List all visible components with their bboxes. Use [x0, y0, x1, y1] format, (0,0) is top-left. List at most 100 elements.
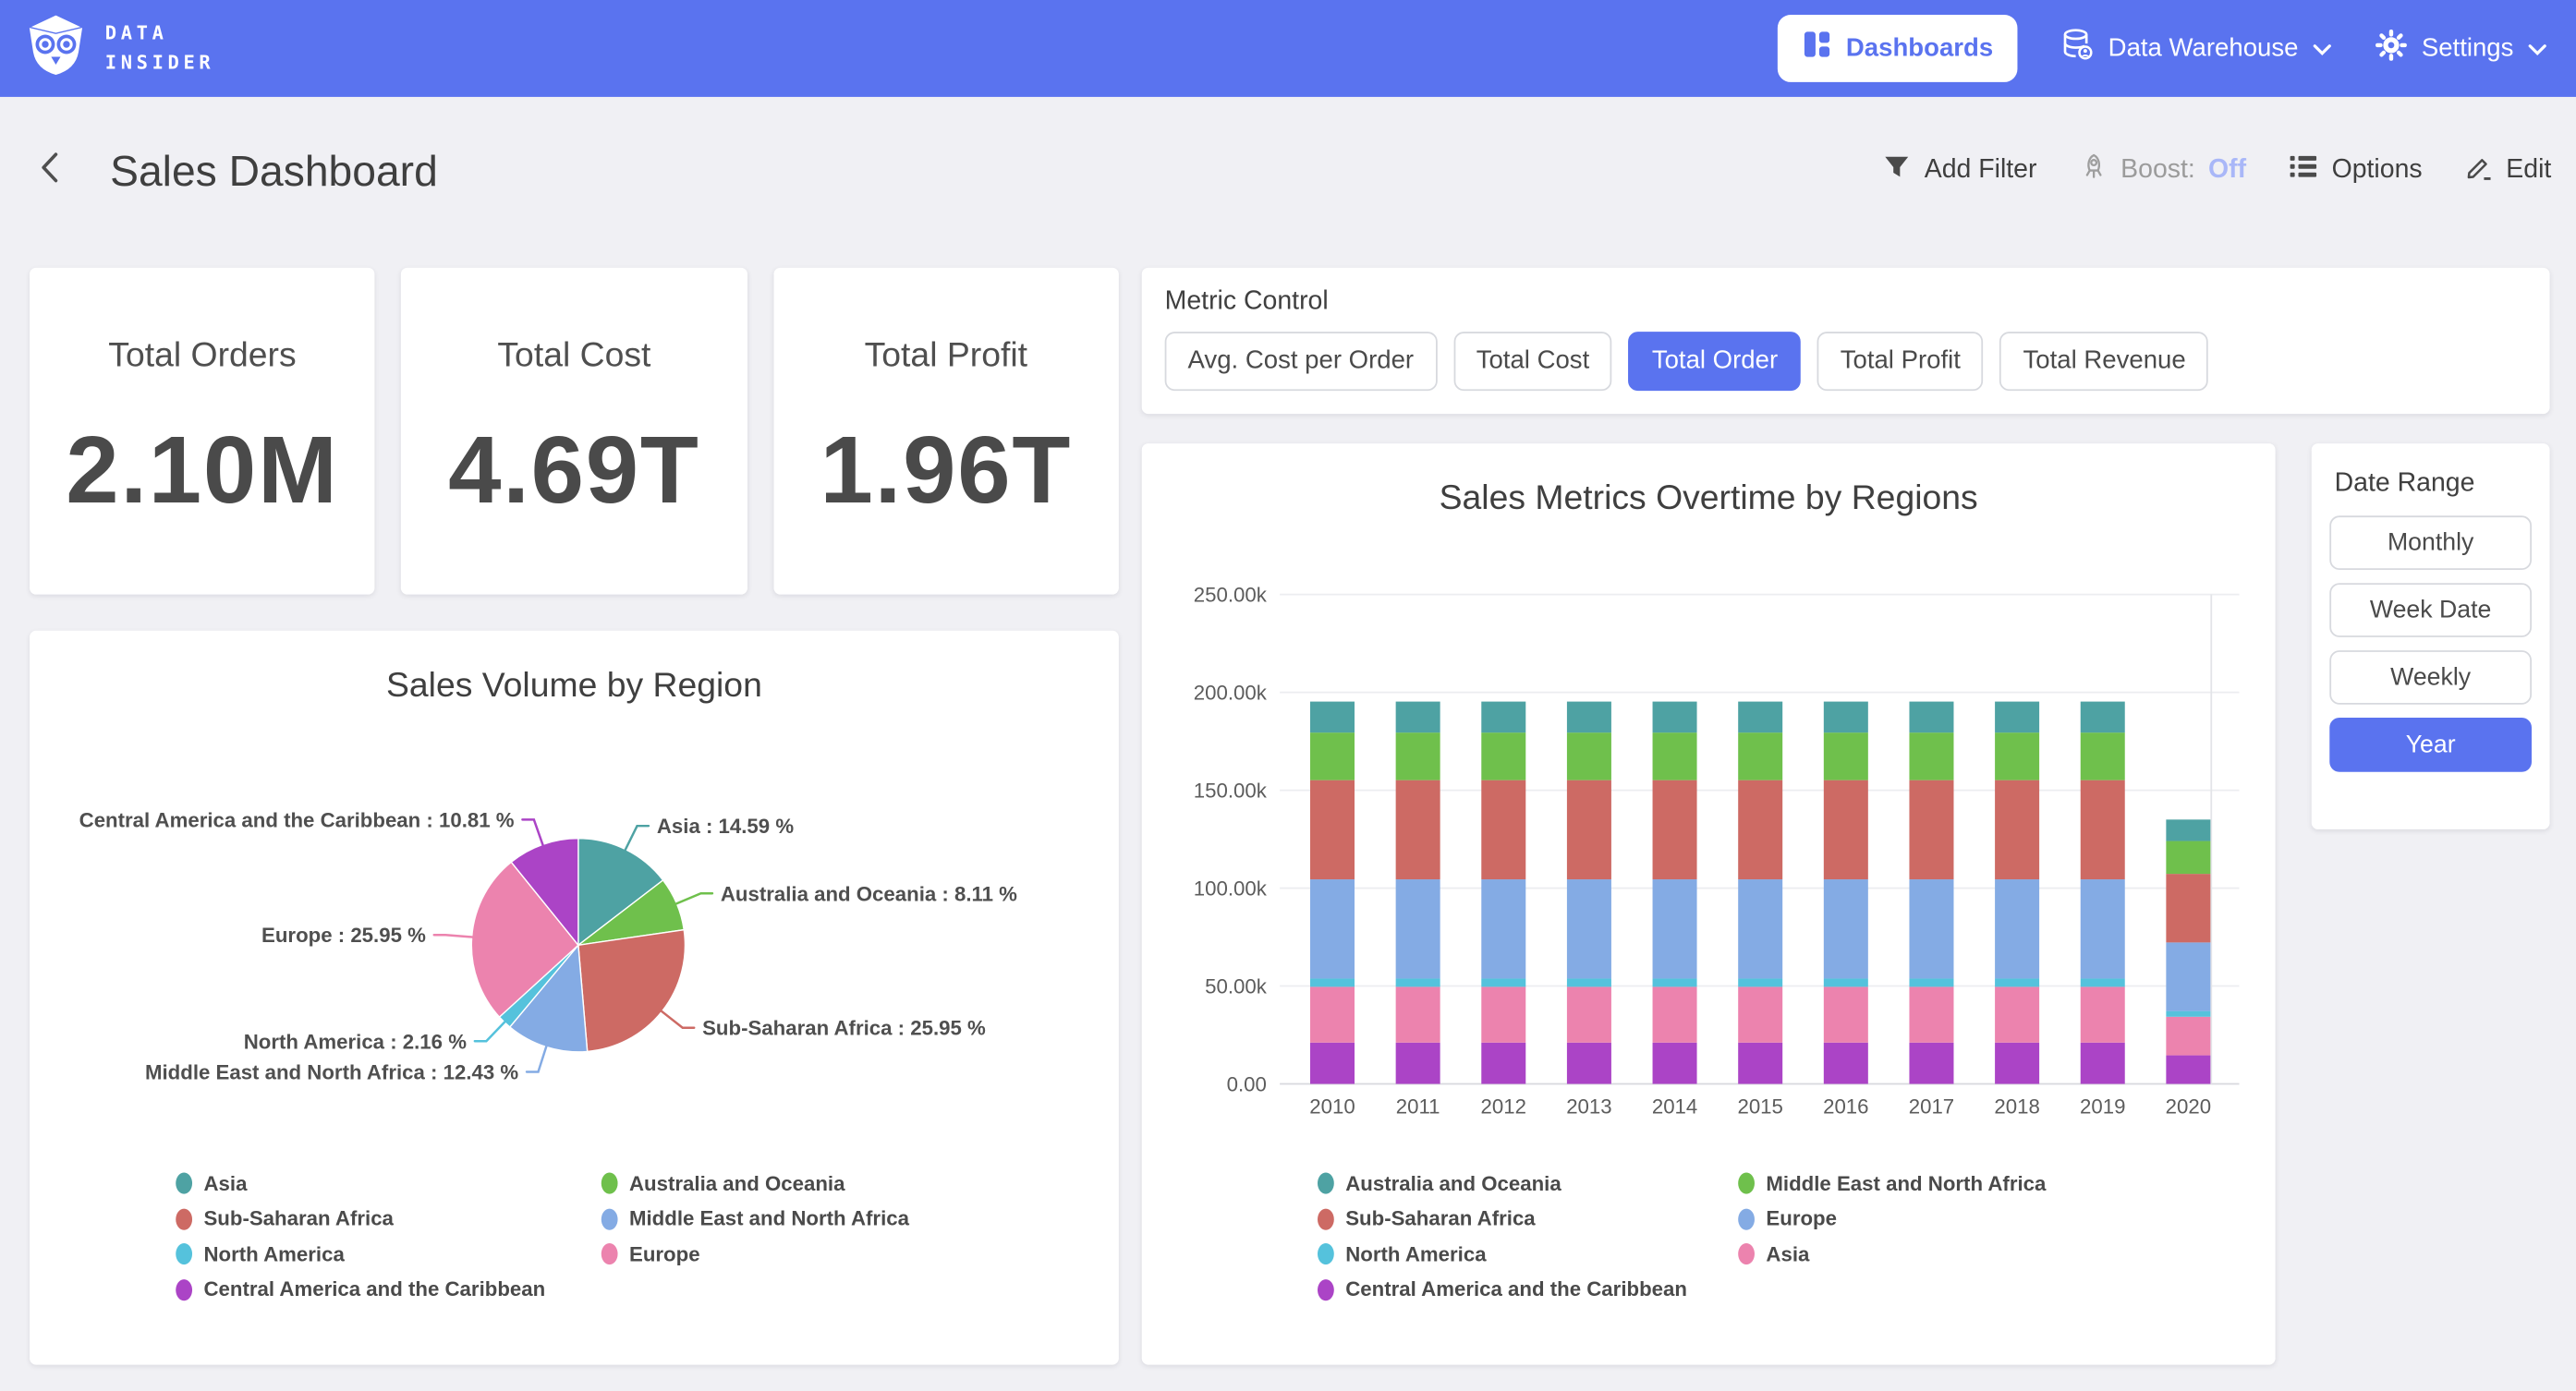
bar-segment-sub-saharan-africa-2011[interactable] — [1396, 780, 1440, 879]
bar-segment-north-america-2018[interactable] — [1995, 978, 2039, 986]
bar-segment-central-america-and-the-caribbean-2019[interactable] — [2081, 1043, 2125, 1084]
bar-segment-north-america-2014[interactable] — [1653, 978, 1697, 986]
bar-segment-australia-and-oceania-2011[interactable] — [1396, 702, 1440, 733]
bar-segment-sub-saharan-africa-2013[interactable] — [1567, 780, 1611, 879]
bar-segment-sub-saharan-africa-2020[interactable] — [2166, 874, 2210, 942]
bar-segment-asia-2018[interactable] — [1995, 986, 2039, 1042]
bar-segment-europe-2018[interactable] — [1995, 879, 2039, 978]
legend-item-north-america[interactable]: North America — [176, 1237, 545, 1272]
bar-segment-central-america-and-the-caribbean-2010[interactable] — [1310, 1043, 1355, 1084]
bar-segment-middle-east-and-north-africa-2018[interactable] — [1995, 732, 2039, 780]
bar-segment-sub-saharan-africa-2012[interactable] — [1481, 780, 1525, 879]
bar-segment-middle-east-and-north-africa-2013[interactable] — [1567, 732, 1611, 780]
bar-segment-middle-east-and-north-africa-2020[interactable] — [2166, 841, 2210, 875]
bar-segment-central-america-and-the-caribbean-2013[interactable] — [1567, 1043, 1611, 1084]
bar-segment-central-america-and-the-caribbean-2014[interactable] — [1653, 1043, 1697, 1084]
bar-segment-asia-2015[interactable] — [1738, 986, 1782, 1042]
date-range-option-year[interactable]: Year — [2329, 718, 2532, 772]
bar-segment-europe-2017[interactable] — [1909, 879, 1953, 978]
metric-option-total-profit[interactable]: Total Profit — [1817, 332, 1984, 391]
nav-item-dashboards[interactable]: Dashboards — [1777, 15, 2018, 82]
bar-segment-central-america-and-the-caribbean-2016[interactable] — [1824, 1043, 1868, 1084]
bar-segment-australia-and-oceania-2010[interactable] — [1310, 702, 1355, 733]
nav-item-settings[interactable]: Settings — [2376, 29, 2546, 68]
bar-segment-middle-east-and-north-africa-2012[interactable] — [1481, 732, 1525, 780]
metric-option-avg-cost-per-order[interactable]: Avg. Cost per Order — [1165, 332, 1437, 391]
bar-segment-europe-2011[interactable] — [1396, 879, 1440, 978]
bar-chart[interactable]: 0.0050.00k100.00k150.00k200.00k250.00k20… — [1142, 443, 2276, 1364]
bar-segment-asia-2013[interactable] — [1567, 986, 1611, 1042]
bar-segment-central-america-and-the-caribbean-2018[interactable] — [1995, 1043, 2039, 1084]
bar-segment-central-america-and-the-caribbean-2015[interactable] — [1738, 1043, 1782, 1084]
legend-item-central-america-and-the-caribbean[interactable]: Central America and the Caribbean — [176, 1272, 545, 1307]
bar-segment-australia-and-oceania-2013[interactable] — [1567, 702, 1611, 733]
bar-segment-asia-2010[interactable] — [1310, 986, 1355, 1042]
nav-item-data-warehouse[interactable]: Data Warehouse — [2062, 28, 2331, 68]
bar-segment-middle-east-and-north-africa-2010[interactable] — [1310, 732, 1355, 780]
bar-segment-sub-saharan-africa-2018[interactable] — [1995, 780, 2039, 879]
legend-item-middle-east-and-north-africa[interactable]: Middle East and North Africa — [1738, 1166, 2046, 1201]
bar-segment-north-america-2012[interactable] — [1481, 978, 1525, 986]
bar-segment-sub-saharan-africa-2010[interactable] — [1310, 780, 1355, 879]
bar-segment-europe-2013[interactable] — [1567, 879, 1611, 978]
bar-segment-sub-saharan-africa-2014[interactable] — [1653, 780, 1697, 879]
bar-segment-sub-saharan-africa-2015[interactable] — [1738, 780, 1782, 879]
bar-segment-asia-2020[interactable] — [2166, 1017, 2210, 1056]
bar-segment-europe-2014[interactable] — [1653, 879, 1697, 978]
bar-segment-australia-and-oceania-2015[interactable] — [1738, 702, 1782, 733]
bar-segment-north-america-2011[interactable] — [1396, 978, 1440, 986]
legend-item-north-america[interactable]: North America — [1318, 1237, 1687, 1272]
bar-segment-europe-2020[interactable] — [2166, 942, 2210, 1010]
edit-button[interactable]: Edit — [2465, 152, 2551, 188]
legend-item-asia[interactable]: Asia — [176, 1166, 545, 1201]
bar-segment-central-america-and-the-caribbean-2011[interactable] — [1396, 1043, 1440, 1084]
date-range-option-monthly[interactable]: Monthly — [2329, 515, 2532, 570]
bar-segment-asia-2014[interactable] — [1653, 986, 1697, 1042]
options-button[interactable]: Options — [2289, 154, 2422, 187]
bar-segment-europe-2012[interactable] — [1481, 879, 1525, 978]
bar-segment-middle-east-and-north-africa-2016[interactable] — [1824, 732, 1868, 780]
bar-segment-australia-and-oceania-2014[interactable] — [1653, 702, 1697, 733]
bar-segment-australia-and-oceania-2018[interactable] — [1995, 702, 2039, 733]
bar-segment-europe-2016[interactable] — [1824, 879, 1868, 978]
bar-segment-europe-2015[interactable] — [1738, 879, 1782, 978]
bar-segment-north-america-2019[interactable] — [2081, 978, 2125, 986]
bar-segment-sub-saharan-africa-2016[interactable] — [1824, 780, 1868, 879]
bar-segment-north-america-2016[interactable] — [1824, 978, 1868, 986]
add-filter-button[interactable]: Add Filter — [1883, 153, 2036, 187]
back-button[interactable] — [40, 151, 61, 191]
bar-segment-middle-east-and-north-africa-2011[interactable] — [1396, 732, 1440, 780]
legend-item-australia-and-oceania[interactable]: Australia and Oceania — [601, 1166, 909, 1201]
bar-segment-central-america-and-the-caribbean-2012[interactable] — [1481, 1043, 1525, 1084]
pie-slice-sub-saharan-africa[interactable] — [578, 930, 686, 1052]
bar-segment-australia-and-oceania-2020[interactable] — [2166, 819, 2210, 841]
bar-segment-australia-and-oceania-2017[interactable] — [1909, 702, 1953, 733]
date-range-option-weekly[interactable]: Weekly — [2329, 650, 2532, 705]
bar-segment-sub-saharan-africa-2019[interactable] — [2081, 780, 2125, 879]
legend-item-middle-east-and-north-africa[interactable]: Middle East and North Africa — [601, 1202, 909, 1237]
bar-segment-north-america-2015[interactable] — [1738, 978, 1782, 986]
bar-segment-australia-and-oceania-2016[interactable] — [1824, 702, 1868, 733]
bar-segment-asia-2011[interactable] — [1396, 986, 1440, 1042]
legend-item-europe[interactable]: Europe — [1738, 1202, 2046, 1237]
metric-option-total-cost[interactable]: Total Cost — [1453, 332, 1612, 391]
legend-item-asia[interactable]: Asia — [1738, 1237, 2046, 1272]
bar-segment-north-america-2020[interactable] — [2166, 1011, 2210, 1017]
bar-segment-north-america-2017[interactable] — [1909, 978, 1953, 986]
bar-segment-middle-east-and-north-africa-2017[interactable] — [1909, 732, 1953, 780]
date-range-option-week-date[interactable]: Week Date — [2329, 583, 2532, 637]
bar-segment-central-america-and-the-caribbean-2017[interactable] — [1909, 1043, 1953, 1084]
bar-segment-north-america-2013[interactable] — [1567, 978, 1611, 986]
bar-segment-asia-2019[interactable] — [2081, 986, 2125, 1042]
bar-segment-europe-2010[interactable] — [1310, 879, 1355, 978]
brand-logo[interactable]: DATA INSIDER — [25, 13, 215, 83]
bar-segment-central-america-and-the-caribbean-2020[interactable] — [2166, 1056, 2210, 1084]
legend-item-sub-saharan-africa[interactable]: Sub-Saharan Africa — [176, 1202, 545, 1237]
bar-segment-australia-and-oceania-2012[interactable] — [1481, 702, 1525, 733]
bar-segment-middle-east-and-north-africa-2015[interactable] — [1738, 732, 1782, 780]
legend-item-sub-saharan-africa[interactable]: Sub-Saharan Africa — [1318, 1202, 1687, 1237]
bar-segment-middle-east-and-north-africa-2019[interactable] — [2081, 732, 2125, 780]
metric-option-total-order[interactable]: Total Order — [1629, 332, 1801, 391]
legend-item-central-america-and-the-caribbean[interactable]: Central America and the Caribbean — [1318, 1272, 1687, 1307]
boost-toggle[interactable]: Boost: Off — [2080, 152, 2246, 188]
